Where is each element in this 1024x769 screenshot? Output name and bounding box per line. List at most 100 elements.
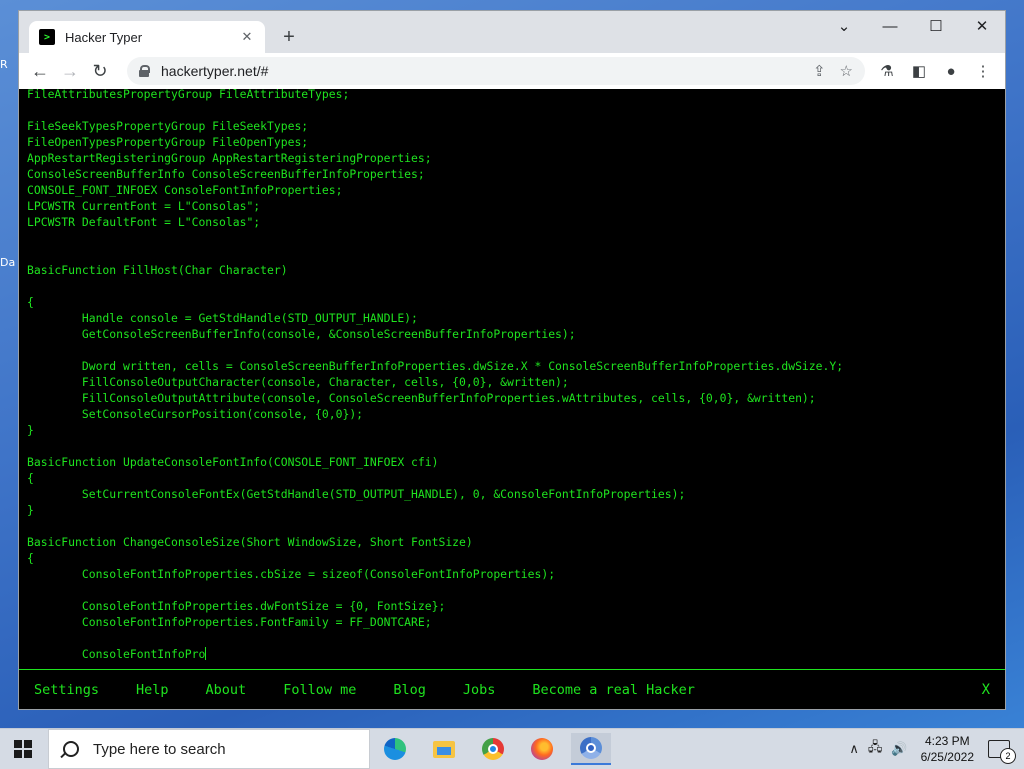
code-line: ConsoleFontInfoPro: [27, 647, 207, 661]
code-line: ConsoleFontInfoProperties.cbSize = sizeo…: [27, 567, 556, 581]
code-line: SetCurrentConsoleFontEx(GetStdHandle(STD…: [27, 487, 686, 501]
nav-help-link[interactable]: Help: [136, 682, 169, 698]
chrome-icon: [482, 738, 504, 760]
nav-close-button[interactable]: X: [982, 682, 990, 698]
new-tab-button[interactable]: +: [277, 25, 301, 49]
code-line: {: [27, 551, 34, 565]
clock-time: 4:23 PM: [924, 734, 970, 748]
code-line: FileSeekTypesPropertyGroup FileSeekTypes…: [27, 119, 309, 133]
code-line: {: [27, 295, 34, 309]
maximize-button[interactable]: ☐: [913, 11, 959, 41]
file-explorer-icon: [433, 740, 455, 758]
nav-follow-me-link[interactable]: Follow me: [283, 682, 356, 698]
windows-start-icon[interactable]: [14, 740, 32, 758]
code-line: ConsoleScreenBufferInfo ConsoleScreenBuf…: [27, 167, 425, 181]
code-line: Dword written, cells = ConsoleScreenBuff…: [27, 359, 844, 373]
taskbar-search-box[interactable]: Type here to search: [48, 729, 370, 769]
bookmark-star-icon[interactable]: ☆: [840, 62, 853, 80]
code-line: }: [27, 423, 34, 437]
chrome-active-icon: [580, 737, 602, 759]
window-controls: ⌄ — ☐ ✕: [821, 11, 1005, 41]
code-line: SetConsoleCursorPosition(console, {0,0})…: [27, 407, 364, 421]
notification-icon[interactable]: 2: [988, 740, 1016, 764]
hacker-typer-page[interactable]: FileAttributesPropertyGroup FileAttribut…: [19, 89, 1005, 709]
back-arrow-icon[interactable]: ←: [25, 56, 55, 86]
code-line: ConsoleFontInfoProperties.dwFontSize = {…: [27, 599, 446, 613]
tab-hacker-typer[interactable]: > Hacker Typer ✕: [29, 21, 265, 53]
windows-taskbar: Type here to search ∧ 🖧 🔊 4:23 PM 6/25/2…: [0, 728, 1024, 769]
code-line: FileOpenTypesPropertyGroup FileOpenTypes…: [27, 135, 309, 149]
taskbar-chrome-active-button[interactable]: [571, 733, 611, 765]
address-bar[interactable]: hackertyper.net/# ⇪ ☆: [127, 57, 865, 85]
code-line: BasicFunction UpdateConsoleFontInfo(CONS…: [27, 455, 439, 469]
code-line: Handle console = GetStdHandle(STD_OUTPUT…: [27, 311, 418, 325]
desktop-icon-label: R: [0, 58, 8, 71]
text-cursor: [205, 647, 207, 660]
chevron-down-icon[interactable]: ⌄: [821, 11, 867, 41]
tab-close-icon[interactable]: ✕: [239, 29, 255, 45]
typed-code-area[interactable]: FileAttributesPropertyGroup FileAttribut…: [27, 89, 1005, 662]
browser-toolbar: ← → ↻ hackertyper.net/# ⇪ ☆ ⚗ ◧ ● ⋮: [19, 53, 1005, 89]
code-line: GetConsoleScreenBufferInfo(console, &Con…: [27, 327, 576, 341]
nav-blog-link[interactable]: Blog: [393, 682, 426, 698]
notification-count: 2: [1000, 748, 1016, 764]
nav-jobs-link[interactable]: Jobs: [463, 682, 496, 698]
taskbar-file-explorer-button[interactable]: [424, 733, 464, 765]
nav-settings-link[interactable]: Settings: [34, 682, 99, 698]
hackertyper-favicon-icon: >: [39, 29, 55, 45]
tab-strip: > Hacker Typer ✕ + ⌄ — ☐ ✕: [19, 11, 1005, 53]
profile-avatar-icon[interactable]: ●: [935, 56, 967, 86]
chevron-up-icon[interactable]: ∧: [849, 741, 859, 757]
forward-arrow-icon[interactable]: →: [55, 56, 85, 86]
code-line: FileAttributesPropertyGroup FileAttribut…: [27, 89, 350, 101]
labs-flask-icon[interactable]: ⚗: [871, 56, 903, 86]
taskbar-edge-button[interactable]: [375, 733, 415, 765]
nav-become-hacker-link[interactable]: Become a real Hacker: [532, 682, 695, 698]
code-line: LPCWSTR DefaultFont = L"Consolas";: [27, 215, 261, 229]
code-line: CONSOLE_FONT_INFOEX ConsoleFontInfoPrope…: [27, 183, 343, 197]
hacker-typer-nav: Settings Help About Follow me Blog Jobs …: [19, 669, 1005, 709]
nav-about-link[interactable]: About: [206, 682, 247, 698]
share-icon[interactable]: ⇪: [813, 62, 826, 80]
code-line: FillConsoleOutputAttribute(console, Cons…: [27, 391, 816, 405]
tab-title: Hacker Typer: [65, 29, 143, 45]
code-line: BasicFunction ChangeConsoleSize(Short Wi…: [27, 535, 473, 549]
code-line: BasicFunction FillHost(Char Character): [27, 263, 288, 277]
code-line: FillConsoleOutputCharacter(console, Char…: [27, 375, 569, 389]
system-tray: ∧ 🖧 🔊 4:23 PM 6/25/2022 2: [849, 729, 1024, 769]
edge-icon: [384, 738, 406, 760]
taskbar-firefox-button[interactable]: [522, 733, 562, 765]
url-text[interactable]: hackertyper.net/#: [161, 63, 799, 79]
search-icon: [63, 741, 79, 757]
search-placeholder: Type here to search: [93, 740, 226, 758]
taskbar-chrome-button[interactable]: [473, 733, 513, 765]
volume-icon[interactable]: 🔊: [891, 741, 907, 757]
network-icon[interactable]: 🖧: [868, 738, 883, 760]
code-line: AppRestartRegisteringGroup AppRestartReg…: [27, 151, 432, 165]
browser-window: > Hacker Typer ✕ + ⌄ — ☐ ✕ ← → ↻ hackert…: [18, 10, 1006, 710]
code-line: {: [27, 471, 34, 485]
code-line: LPCWSTR CurrentFont = L"Consolas";: [27, 199, 261, 213]
close-window-button[interactable]: ✕: [959, 11, 1005, 41]
more-menu-icon[interactable]: ⋮: [967, 56, 999, 86]
lock-icon[interactable]: [139, 65, 150, 77]
toolbar-right-buttons: ⚗ ◧ ● ⋮: [871, 56, 999, 86]
reload-icon[interactable]: ↻: [85, 56, 115, 86]
taskbar-clock[interactable]: 4:23 PM 6/25/2022: [921, 733, 974, 765]
code-line: ConsoleFontInfoProperties.FontFamily = F…: [27, 615, 432, 629]
side-panel-icon[interactable]: ◧: [903, 56, 935, 86]
firefox-icon: [531, 738, 553, 760]
clock-date: 6/25/2022: [920, 750, 974, 764]
minimize-button[interactable]: —: [867, 11, 913, 41]
desktop-icon-label: Da: [0, 256, 16, 269]
code-line: }: [27, 503, 34, 517]
